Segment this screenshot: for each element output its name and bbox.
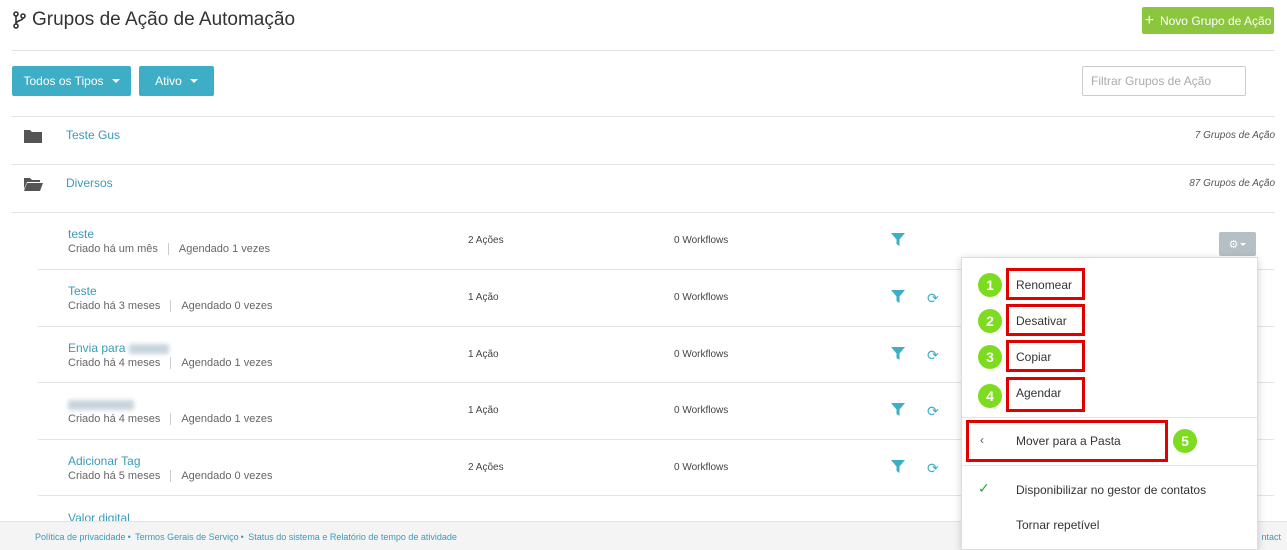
folder-count: 7 Grupos de Ação	[1194, 130, 1275, 141]
menu-divider	[962, 417, 1257, 418]
menu-item-make-repeatable[interactable]: Tornar repetível	[1016, 518, 1099, 532]
status-link[interactable]: Status do sistema e Relatório de tempo d…	[248, 532, 457, 542]
type-filter-dropdown[interactable]: Todos os Tipos	[12, 66, 131, 96]
terms-link[interactable]: Termos Gerais de Serviço	[135, 532, 239, 542]
filter-icon[interactable]	[891, 460, 905, 474]
sync-icon[interactable]: ⟳	[927, 347, 939, 364]
search-input[interactable]	[1082, 66, 1246, 96]
contact-link[interactable]: ntact	[1261, 532, 1281, 542]
action-group-name[interactable]: Teste	[68, 284, 97, 298]
annotation-badge: 2	[978, 309, 1002, 333]
sync-icon[interactable]: ⟳	[927, 290, 939, 307]
action-group-meta: Criado há 4 meses Agendado 1 vezes	[68, 413, 273, 425]
gear-icon: ⚙	[1228, 238, 1239, 251]
workflows-count: 0 Workflows	[674, 405, 729, 416]
row-settings-button[interactable]: ⚙	[1219, 232, 1256, 256]
sync-icon[interactable]: ⟳	[927, 460, 939, 477]
actions-count: 1 Ação	[468, 405, 499, 416]
chevron-down-icon	[189, 79, 198, 83]
folder-open-icon	[24, 178, 43, 191]
annotation-badge: 1	[978, 273, 1002, 297]
plus-icon: +	[1144, 11, 1154, 29]
actions-count: 2 Ações	[468, 235, 504, 246]
check-icon: ✓	[978, 480, 990, 496]
blurred-text	[128, 343, 169, 354]
actions-count: 1 Ação	[468, 349, 499, 360]
folder-icon	[24, 130, 42, 143]
filter-icon[interactable]	[891, 347, 905, 361]
action-group-name[interactable]: Adicionar Tag	[68, 454, 141, 468]
annotation-badge: 5	[1173, 429, 1197, 453]
folder-count: 87 Grupos de Ação	[1189, 178, 1275, 189]
annotation-badge: 3	[978, 345, 1002, 369]
sync-icon[interactable]: ⟳	[927, 403, 939, 420]
workflows-count: 0 Workflows	[674, 349, 729, 360]
footer-links: Política de privacidade • Termos Gerais d…	[35, 532, 457, 542]
annotation-badge: 4	[978, 384, 1002, 408]
status-filter-label: Ativo	[155, 74, 182, 88]
status-filter-dropdown[interactable]: Ativo	[139, 66, 214, 96]
action-group-meta: Criado há 4 meses Agendado 1 vezes	[68, 357, 273, 369]
folder-row[interactable]: Diversos 87 Grupos de Ação	[12, 164, 1275, 212]
menu-item-share-contacts[interactable]: Disponibilizar no gestor de contatos	[1016, 483, 1206, 497]
new-action-group-label: Novo Grupo de Ação	[1159, 13, 1272, 28]
page-header: Grupos de Ação de Automação	[12, 8, 295, 32]
action-group-meta: Criado há um mês Agendado 1 vezes	[68, 243, 271, 255]
menu-item-schedule[interactable]: Agendar	[1016, 386, 1061, 400]
filter-icon[interactable]	[891, 403, 905, 417]
menu-item-copy[interactable]: Copiar	[1016, 350, 1051, 364]
folder-name[interactable]: Teste Gus	[66, 128, 120, 142]
branch-icon	[13, 11, 26, 29]
action-group-name[interactable]: Envia para	[68, 341, 169, 355]
menu-divider	[962, 465, 1257, 466]
workflows-count: 0 Workflows	[674, 292, 729, 303]
folder-row[interactable]: Teste Gus 7 Grupos de Ação	[12, 116, 1275, 164]
blurred-text	[68, 399, 134, 410]
workflows-count: 0 Workflows	[674, 235, 729, 246]
page-title: Grupos de Ação de Automação	[32, 9, 296, 30]
privacy-link[interactable]: Política de privacidade	[35, 532, 126, 542]
chevron-down-icon	[111, 79, 120, 83]
type-filter-label: Todos os Tipos	[23, 74, 104, 88]
folder-name[interactable]: Diversos	[66, 176, 113, 190]
filter-icon[interactable]	[891, 290, 905, 304]
action-group-name[interactable]: teste	[68, 227, 94, 241]
action-group-meta: Criado há 5 meses Agendado 0 vezes	[68, 470, 273, 482]
actions-count: 1 Ação	[468, 292, 499, 303]
chevron-down-icon	[1240, 242, 1247, 246]
chevron-left-icon: ‹	[980, 433, 984, 447]
menu-item-rename[interactable]: Renomear	[1016, 278, 1072, 292]
workflows-count: 0 Workflows	[674, 462, 729, 473]
header-divider	[12, 50, 1275, 51]
actions-count: 2 Ações	[468, 462, 504, 473]
menu-item-move-to-folder[interactable]: Mover para a Pasta	[1016, 434, 1121, 448]
action-group-name[interactable]	[68, 397, 134, 411]
filter-icon[interactable]	[891, 233, 905, 247]
action-group-meta: Criado há 3 meses Agendado 0 vezes	[68, 300, 273, 312]
new-action-group-button[interactable]: + Novo Grupo de Ação	[1142, 7, 1274, 34]
menu-item-disable[interactable]: Desativar	[1016, 314, 1067, 328]
row-actions-menu: 1 Renomear 2 Desativar 3 Copiar 4 Agenda…	[961, 257, 1258, 550]
